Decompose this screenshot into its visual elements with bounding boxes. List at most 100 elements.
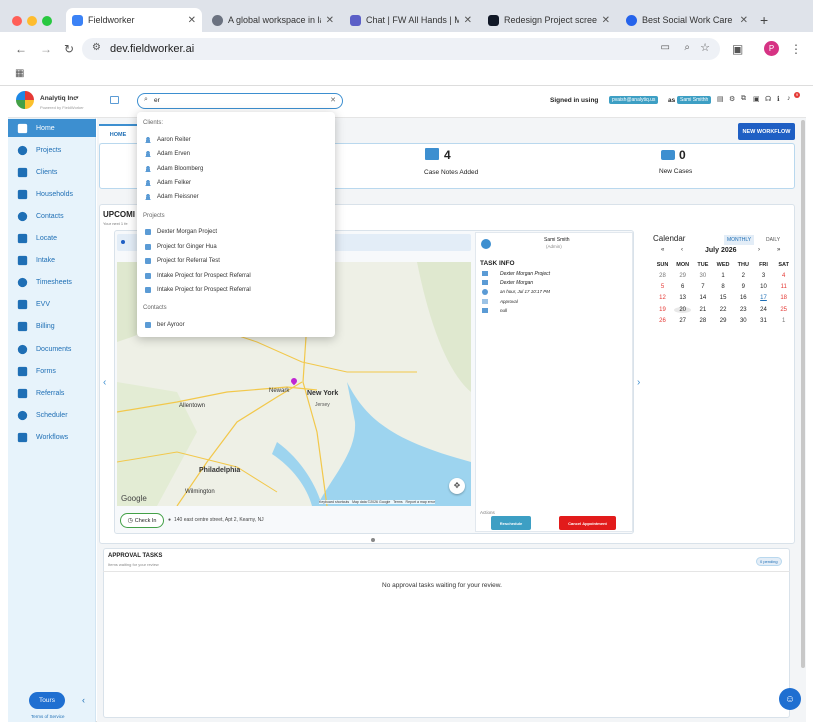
card-icon[interactable]: ▤ [717,95,724,103]
calendar-day[interactable]: 16 [735,295,752,301]
contact-result[interactable]: ber Ayroor [145,322,185,328]
sidebar-item-intake[interactable]: Intake [8,252,96,270]
browser-tab-social-work[interactable]: Best Social Work Care M ✕ [620,9,754,31]
sidebar-item-billing[interactable]: Billing [8,318,96,336]
calendar-day[interactable]: 28 [654,273,671,279]
calendar-day[interactable]: 8 [715,284,732,290]
close-tab-icon[interactable]: ✕ [326,15,334,26]
calendar-day[interactable]: 6 [674,284,691,290]
search-input[interactable]: er [154,97,160,104]
calendar-day[interactable]: 27 [674,318,691,324]
calendar-day[interactable]: 12 [654,295,671,301]
carousel-next-icon[interactable]: › [637,377,640,388]
calendar-day[interactable]: 23 [735,307,752,313]
org-caret-icon[interactable]: ▾ [76,95,79,101]
sidebar-item-locate[interactable]: Locate [8,230,96,248]
sidebar-item-referrals[interactable]: Referrals [8,384,96,402]
browser-tab-workspace[interactable]: A global workspace in la ✕ [206,9,340,31]
scrollbar[interactable] [801,120,805,668]
sidebar-item-timesheets[interactable]: Timesheets [8,274,96,292]
calendar-day[interactable]: 31 [755,318,772,324]
calendar-day[interactable]: 10 [755,284,772,290]
close-tab-icon[interactable]: ✕ [464,15,472,26]
collapse-panel-icon[interactable] [110,96,119,104]
org-name[interactable]: Analytiq Inc [40,95,77,102]
map-attribution[interactable]: Keyboard shortcuts Map data ©2026 Google… [319,500,436,504]
gear-icon[interactable]: ⚙ [729,95,735,103]
back-icon[interactable]: ← [15,42,27,56]
tab-search-icon[interactable]: ▣ [732,42,743,56]
calendar-day[interactable]: 28 [694,318,711,324]
close-tab-icon[interactable]: ✕ [740,15,748,26]
carousel-prev-icon[interactable]: ‹ [103,377,106,388]
sidebar-item-contacts[interactable]: Contacts [8,207,96,225]
browser-menu-icon[interactable]: ⋮ [790,42,802,56]
project-result[interactable]: Project for Referral Test [145,258,220,264]
project-result[interactable]: Intake Project for Prospect Referral [145,272,251,279]
calendar-day[interactable]: 14 [694,295,711,301]
calendar-day[interactable]: 19 [654,307,671,313]
carousel-dot[interactable] [371,538,375,542]
map-fullscreen-button[interactable]: ✥ [449,478,465,494]
reload-icon[interactable]: ↻ [64,42,74,56]
calendar-day[interactable]: 29 [715,318,732,324]
profile-avatar[interactable]: P [764,41,779,56]
calendar-day[interactable]: 5 [654,284,671,290]
bookmark-star-icon[interactable]: ☆ [700,41,710,54]
sidebar-item-households[interactable]: Households [8,185,96,203]
calendar-day[interactable]: 17 [755,295,772,301]
calendar-day[interactable]: 9 [735,284,752,290]
tab-home[interactable]: HOME [99,124,137,143]
reschedule-button[interactable]: Reschedule [491,516,531,530]
sidebar-item-forms[interactable]: Forms [8,362,96,380]
calendar-day[interactable]: 15 [715,295,732,301]
install-app-icon[interactable]: ▭ [661,42,670,53]
calendar-next-month-icon[interactable]: › [758,247,760,253]
calendar-day[interactable]: 11 [775,284,792,290]
terms-of-service-link[interactable]: Terms of Service [31,714,65,719]
calendar-day[interactable]: 22 [715,307,732,313]
calendar-day[interactable]: 24 [755,307,772,313]
global-search[interactable]: ⌕ er ✕ [137,93,343,109]
new-workflow-button[interactable]: NEW WORKFLOW [738,123,795,140]
support-icon[interactable]: ☊ [765,95,771,103]
site-settings-icon[interactable]: ⚙ [92,42,101,53]
zoom-icon[interactable]: ⌕ [684,42,690,53]
calendar-day[interactable]: 30 [735,318,752,324]
calendar-day[interactable]: 13 [674,295,691,301]
browser-tab-fieldworker[interactable]: Fieldworker ✕ [66,8,202,32]
maximize-window-button[interactable] [42,16,52,26]
client-result[interactable]: Adam Erven [145,151,190,158]
cancel-appointment-button[interactable]: Cancel Appointment [559,516,616,530]
browser-tab-redesign[interactable]: Redesign Project screen ✕ [482,9,616,31]
bell-icon[interactable]: ♪ [787,95,791,102]
calendar-day[interactable]: 25 [775,307,792,313]
calendar-day[interactable]: 2 [735,273,752,279]
check-in-button[interactable]: ◷ Check In [120,513,164,528]
clear-search-icon[interactable]: ✕ [330,96,336,104]
client-result[interactable]: Adam Felker [145,179,191,186]
sidebar-item-projects[interactable]: Projects [8,141,96,159]
client-result[interactable]: Adam Fleissner [145,194,199,201]
calendar-day[interactable]: 21 [694,307,711,313]
user-name-badge[interactable]: Sami Smithh [677,96,712,104]
calendar-next-year-icon[interactable]: » [777,247,780,253]
project-result[interactable]: Intake Project for Prospect Referral [145,287,251,293]
close-tab-icon[interactable]: ✕ [602,15,610,26]
forward-icon[interactable]: → [40,42,52,56]
client-result[interactable]: Adam Bloomberg [145,165,203,172]
project-result[interactable]: Project for Ginger Hua [145,243,217,250]
calendar-day[interactable]: 4 [775,273,792,279]
project-result[interactable]: Dexter Morgan Project [145,229,217,235]
address-bar[interactable]: ⚙ dev.fieldworker.ai ▭ ⌕ ☆ [82,38,720,60]
calendar-prev-year-icon[interactable]: « [661,247,664,253]
chat-support-button[interactable]: ☺ [779,688,801,710]
calendar-day[interactable]: 18 [775,295,792,301]
browser-tab-chat[interactable]: Chat | FW All Hands | Mi ✕ [344,9,478,31]
client-result[interactable]: Aaron Reiter [145,137,191,143]
calendar-day[interactable]: 30 [694,273,711,279]
minimize-window-button[interactable] [27,16,37,26]
sidebar-item-home[interactable]: Home [8,119,96,137]
copy-icon[interactable]: ⧉ [741,95,746,103]
info-icon[interactable]: ℹ [777,95,780,103]
